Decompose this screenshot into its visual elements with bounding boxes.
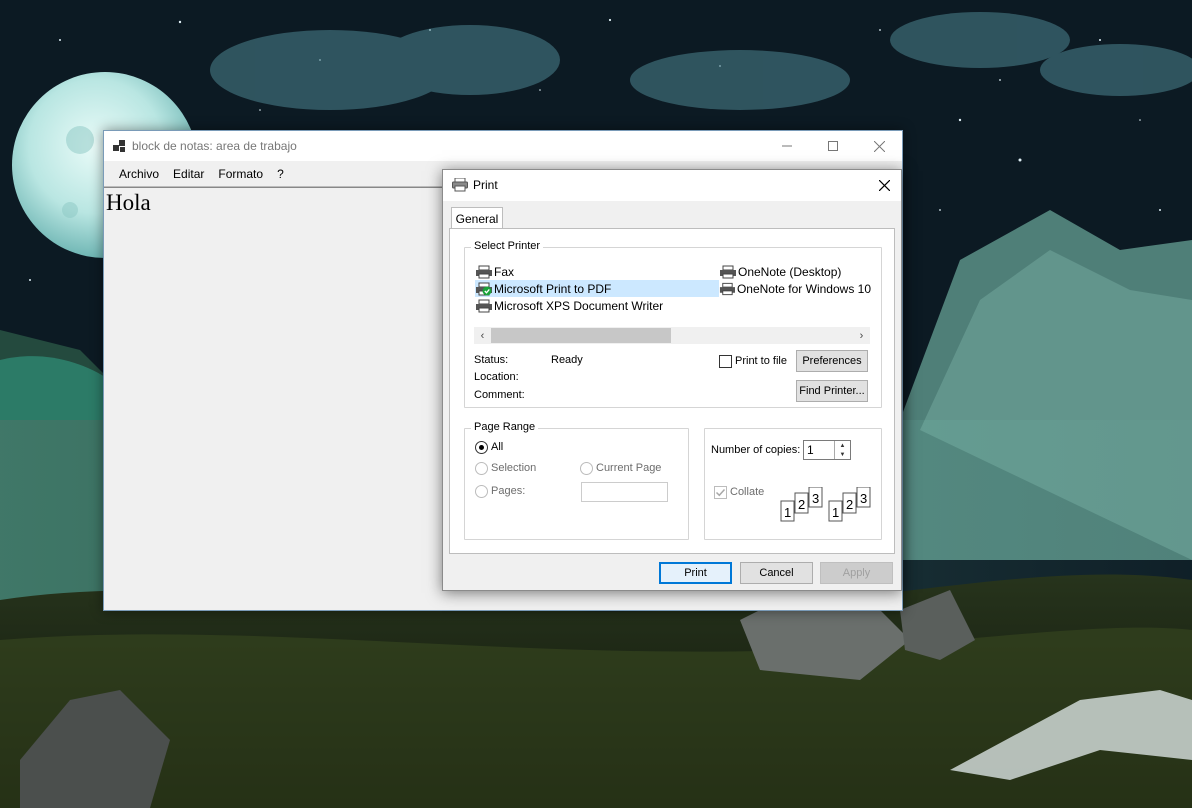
notepad-title: block de notas: area de trabajo [132, 139, 297, 153]
print-dialog-titlebar[interactable]: Print [443, 170, 901, 201]
printer-icon [476, 299, 492, 312]
maximize-icon [828, 141, 838, 151]
printer-name: Microsoft XPS Document Writer [494, 298, 664, 313]
location-label: Location: [474, 371, 519, 383]
cancel-button[interactable]: Cancel [740, 562, 813, 584]
general-tab-panel: Select Printer Fax Microsoft Print to PD… [449, 228, 895, 554]
menu-editar[interactable]: Editar [166, 167, 211, 181]
all-pages-radio[interactable] [475, 441, 488, 454]
notepad-text-content: Hola [106, 190, 151, 215]
comment-label: Comment: [474, 389, 525, 401]
preferences-button[interactable]: Preferences [796, 350, 868, 372]
pages-label[interactable]: Pages: [491, 485, 525, 497]
copies-input[interactable]: 1 ▲ ▼ [803, 440, 851, 460]
selection-radio[interactable] [475, 462, 488, 475]
copies-spinner[interactable]: ▲ ▼ [834, 441, 850, 459]
print-dialog: Print General Select Printer Fax Microso… [442, 169, 902, 591]
scroll-right-icon[interactable]: › [853, 327, 870, 344]
copies-value: 1 [807, 443, 814, 457]
printer-item-microsoft-print-to-pdf[interactable]: Microsoft Print to PDF [475, 280, 719, 297]
svg-text:2: 2 [798, 497, 805, 512]
page-range-legend: Page Range [471, 421, 539, 433]
radio-selected-dot [479, 445, 484, 450]
printer-list-scrollbar[interactable]: ‹ › [474, 327, 870, 344]
selection-label[interactable]: Selection [491, 462, 536, 474]
printer-name: OneNote for Windows 10 [736, 281, 871, 296]
tab-general[interactable]: General [451, 207, 503, 229]
all-pages-label[interactable]: All [491, 441, 503, 453]
printer-list[interactable]: Fax Microsoft Print to PDF Microsoft XPS… [475, 263, 871, 327]
close-button[interactable] [856, 131, 902, 161]
printer-item-microsoft-xps[interactable]: Microsoft XPS Document Writer [475, 297, 715, 314]
notepad-app-icon [113, 140, 125, 152]
default-printer-icon [476, 282, 492, 295]
minimize-button[interactable] [764, 131, 810, 161]
scroll-left-icon[interactable]: ‹ [474, 327, 491, 344]
close-icon [873, 140, 885, 152]
svg-text:1: 1 [832, 505, 839, 520]
find-printer-button[interactable]: Find Printer... [796, 380, 868, 402]
maximize-button[interactable] [810, 131, 856, 161]
print-dialog-title: Print [473, 178, 498, 192]
printer-icon [476, 265, 492, 278]
printer-item-onenote-desktop[interactable]: OneNote (Desktop) [719, 263, 871, 280]
number-of-copies-label: Number of copies: [711, 444, 801, 456]
printer-item-fax[interactable]: Fax [475, 263, 715, 280]
select-printer-group: Select Printer Fax Microsoft Print to PD… [464, 240, 882, 408]
spin-up-icon[interactable]: ▲ [835, 441, 850, 450]
select-printer-legend: Select Printer [471, 240, 544, 252]
status-label: Status: [474, 354, 509, 366]
current-page-radio[interactable] [580, 462, 593, 475]
printer-icon [719, 282, 735, 295]
svg-text:2: 2 [846, 497, 853, 512]
menu-formato[interactable]: Formato [211, 167, 270, 181]
collate-label[interactable]: Collate [730, 486, 764, 498]
collate-pages-icon: 3 2 1 3 2 1 [780, 487, 871, 522]
printer-icon [452, 178, 468, 192]
printer-item-onenote-windows-10[interactable]: OneNote for Windows 10 [719, 280, 871, 297]
printer-icon [720, 265, 736, 278]
status-value: Ready [551, 354, 583, 366]
minimize-icon [782, 145, 792, 147]
print-to-file-checkbox[interactable] [719, 355, 732, 368]
current-page-label[interactable]: Current Page [596, 462, 661, 474]
close-icon [878, 180, 890, 191]
print-button[interactable]: Print [659, 562, 732, 584]
print-dialog-close-button[interactable] [867, 170, 901, 201]
scrollbar-thumb[interactable] [491, 328, 671, 343]
pages-radio[interactable] [475, 485, 488, 498]
pages-input[interactable] [581, 482, 668, 502]
collate-checkbox[interactable] [714, 486, 727, 499]
checkmark-icon [715, 488, 726, 497]
printer-name: OneNote (Desktop) [738, 264, 842, 279]
svg-text:3: 3 [860, 491, 867, 506]
notepad-titlebar[interactable]: block de notas: area de trabajo [104, 131, 902, 161]
page-range-group: Page Range All Selection Current Page Pa… [464, 421, 689, 540]
spin-down-icon[interactable]: ▼ [835, 450, 850, 459]
apply-button[interactable]: Apply [820, 562, 893, 584]
svg-text:1: 1 [784, 505, 791, 520]
menu-help[interactable]: ? [270, 167, 291, 181]
printer-name: Microsoft Print to PDF [494, 281, 612, 296]
menu-archivo[interactable]: Archivo [112, 167, 166, 181]
svg-text:3: 3 [812, 491, 819, 506]
copies-group: Number of copies: 1 ▲ ▼ Collate 3 2 1 3 … [704, 428, 882, 540]
printer-name: Fax [494, 264, 515, 279]
print-to-file-label[interactable]: Print to file [735, 355, 787, 367]
